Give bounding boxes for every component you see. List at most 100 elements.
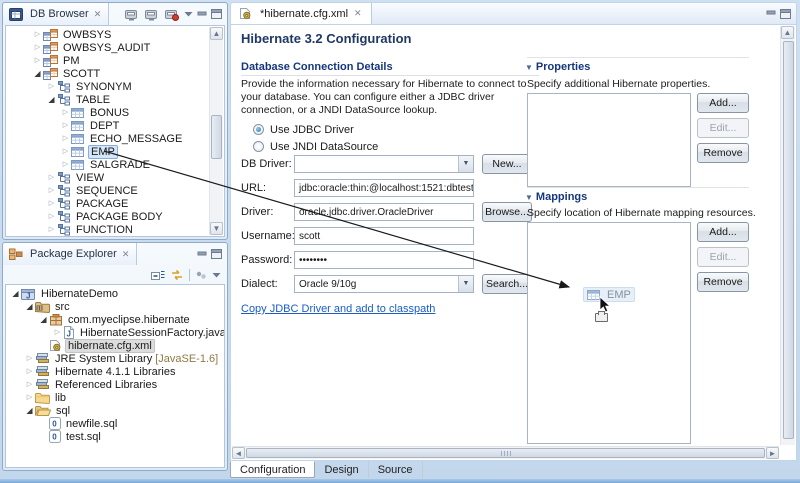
new-connection-icon[interactable] xyxy=(144,8,160,21)
maximize-icon[interactable] xyxy=(211,9,222,19)
dropdown-arrow-icon[interactable]: ▼ xyxy=(458,156,473,172)
tab-source[interactable]: Source xyxy=(369,461,423,478)
expand-arrow-icon[interactable]: ▷ xyxy=(24,391,35,404)
radio-button-icon[interactable] xyxy=(253,124,264,135)
tree-item-sequence[interactable]: ▷SEQUENCE xyxy=(6,184,208,197)
maximize-icon[interactable] xyxy=(780,9,791,19)
properties-list[interactable] xyxy=(527,93,691,187)
collapse-all-icon[interactable] xyxy=(151,269,165,281)
minimize-icon[interactable] xyxy=(197,10,207,19)
search-button[interactable]: Search... xyxy=(482,274,532,294)
expand-arrow-icon[interactable]: ▷ xyxy=(46,197,57,210)
maximize-icon[interactable] xyxy=(211,249,222,259)
minimize-icon[interactable] xyxy=(766,9,776,18)
expand-arrow-icon[interactable]: ▷ xyxy=(52,326,63,339)
expand-arrow-icon[interactable]: ▷ xyxy=(46,171,57,184)
tree-item-owbsys[interactable]: ▷OWBSYS xyxy=(6,28,208,41)
mappings-list[interactable]: EMP xyxy=(527,222,691,444)
expand-arrow-icon[interactable]: ▷ xyxy=(60,158,71,171)
vertical-scrollbar[interactable]: ▲ ▼ xyxy=(209,27,223,235)
properties-add-button[interactable]: Add... xyxy=(697,93,749,113)
expand-arrow-icon[interactable]: ◢ xyxy=(24,300,35,313)
tab-hibernate-cfg-xml[interactable]: *hibernate.cfg.xml ✕ xyxy=(231,3,372,24)
scroll-right-icon[interactable]: ► xyxy=(766,447,779,459)
expand-arrow-icon[interactable]: ▷ xyxy=(60,145,71,158)
minimize-icon[interactable] xyxy=(197,250,207,259)
tree-item-salgrade[interactable]: ▷SALGRADE xyxy=(6,158,208,171)
link-with-editor-icon[interactable] xyxy=(170,269,184,281)
tree-item-view[interactable]: ▷VIEW xyxy=(6,171,208,184)
url-input[interactable]: jdbc:oracle:thin:@localhost:1521:dbtest xyxy=(294,179,474,197)
mappings-add-button[interactable]: Add... xyxy=(697,222,749,242)
close-icon[interactable]: ✕ xyxy=(93,9,103,20)
expand-arrow-icon[interactable]: ▷ xyxy=(60,119,71,132)
horizontal-scrollbar[interactable]: ◄ ► xyxy=(232,446,779,459)
tree-item-synonym[interactable]: ▷SYNONYM xyxy=(6,80,208,93)
expand-arrow-icon[interactable]: ◢ xyxy=(32,67,43,80)
expand-arrow-icon[interactable]: ▷ xyxy=(60,132,71,145)
radio-use-jndi-datasource[interactable]: Use JNDI DataSource xyxy=(253,140,378,153)
mappings-remove-button[interactable]: Remove xyxy=(697,272,749,292)
expand-arrow-icon[interactable]: ▷ xyxy=(46,210,57,223)
scroll-up-icon[interactable]: ▲ xyxy=(210,27,223,40)
collapse-twisty-icon[interactable]: ▼ xyxy=(525,193,533,202)
tree-item-owbsys-audit[interactable]: ▷OWBSYS_AUDIT xyxy=(6,41,208,54)
scrollbar-thumb[interactable] xyxy=(783,41,794,439)
tree-item-dept[interactable]: ▷DEPT xyxy=(6,119,208,132)
tree-item-pm[interactable]: ▷PM xyxy=(6,54,208,67)
tree-item-src[interactable]: ◢src xyxy=(6,300,208,313)
tree-item-hibernatecfgxml[interactable]: hibernate.cfg.xml xyxy=(6,339,208,352)
view-menu-icon[interactable] xyxy=(195,270,207,280)
expand-arrow-icon[interactable]: ▷ xyxy=(24,378,35,391)
open-connection-icon[interactable] xyxy=(124,8,140,21)
mappings-section-header[interactable]: ▼ Mappings xyxy=(525,191,587,203)
expand-arrow-icon[interactable]: ▷ xyxy=(32,54,43,67)
tab-package-explorer[interactable]: Package Explorer ✕ xyxy=(3,243,137,265)
expand-arrow-icon[interactable]: ◢ xyxy=(46,93,57,106)
tree-item-jre-system-library[interactable]: ▷JRE System Library[JavaSE-1.6] xyxy=(6,352,208,365)
tree-item-sql[interactable]: ◢sql xyxy=(6,404,208,417)
radio-button-icon[interactable] xyxy=(253,141,264,152)
tree-item-hibernate-411-libraries[interactable]: ▷Hibernate 4.1.1 Libraries xyxy=(6,365,208,378)
scroll-down-icon[interactable]: ▼ xyxy=(210,222,223,235)
menu-chevron-icon[interactable] xyxy=(212,272,221,278)
close-icon[interactable]: ✕ xyxy=(353,8,363,19)
expand-arrow-icon[interactable]: ▷ xyxy=(60,106,71,119)
tab-design[interactable]: Design xyxy=(315,461,368,478)
expand-arrow-icon[interactable]: ▷ xyxy=(32,28,43,41)
dialect-select[interactable]: Oracle 9/10g▼ xyxy=(294,275,474,293)
expand-arrow-icon[interactable]: ▷ xyxy=(32,41,43,54)
vertical-scrollbar[interactable]: ▲ xyxy=(780,26,795,445)
properties-section-header[interactable]: ▼ Properties xyxy=(525,61,590,73)
expand-arrow-icon[interactable]: ◢ xyxy=(10,287,21,300)
tree-item-referenced-libraries[interactable]: ▷Referenced Libraries xyxy=(6,378,208,391)
tab-configuration[interactable]: Configuration xyxy=(230,461,315,478)
tree-item-bonus[interactable]: ▷BONUS xyxy=(6,106,208,119)
tree-item-function[interactable]: ▷FUNCTION xyxy=(6,223,208,236)
tree-item-package[interactable]: ▷PACKAGE xyxy=(6,197,208,210)
scrollbar-thumb[interactable] xyxy=(211,115,222,159)
driver-input[interactable]: oracle.jdbc.driver.OracleDriver xyxy=(294,203,474,221)
tree-item-echo-message[interactable]: ▷ECHO_MESSAGE xyxy=(6,132,208,145)
collapse-twisty-icon[interactable]: ▼ xyxy=(525,63,533,72)
tree-item-emp[interactable]: ▷EMP xyxy=(6,145,208,158)
tree-item-table[interactable]: ◢TABLE xyxy=(6,93,208,106)
radio-use-jdbc-driver[interactable]: Use JDBC Driver xyxy=(253,123,378,136)
tree-item-scott[interactable]: ◢SCOTT xyxy=(6,67,208,80)
expand-arrow-icon[interactable]: ▷ xyxy=(24,365,35,378)
expand-arrow-icon[interactable]: ▷ xyxy=(24,352,35,365)
expand-arrow-icon[interactable]: ◢ xyxy=(38,313,49,326)
browse-button[interactable]: Browse... xyxy=(482,202,532,222)
tree-item-newfilesql[interactable]: 0newfile.sql xyxy=(6,417,208,430)
expand-arrow-icon[interactable]: ▷ xyxy=(46,80,57,93)
expand-arrow-icon[interactable]: ▷ xyxy=(46,223,57,236)
db-driver-select[interactable]: ▼ xyxy=(294,155,474,173)
scroll-up-icon[interactable]: ▲ xyxy=(781,26,794,39)
password-input[interactable]: •••••••• xyxy=(294,251,474,269)
dropdown-arrow-icon[interactable]: ▼ xyxy=(458,276,473,292)
tab-db-browser[interactable]: DB Browser ✕ xyxy=(3,3,109,25)
tree-item-hibernatesessionfactoryjava[interactable]: ▷JHibernateSessionFactory.java xyxy=(6,326,208,339)
close-icon[interactable]: ✕ xyxy=(121,249,131,260)
scroll-left-icon[interactable]: ◄ xyxy=(232,447,245,459)
close-connection-icon[interactable] xyxy=(164,8,180,21)
